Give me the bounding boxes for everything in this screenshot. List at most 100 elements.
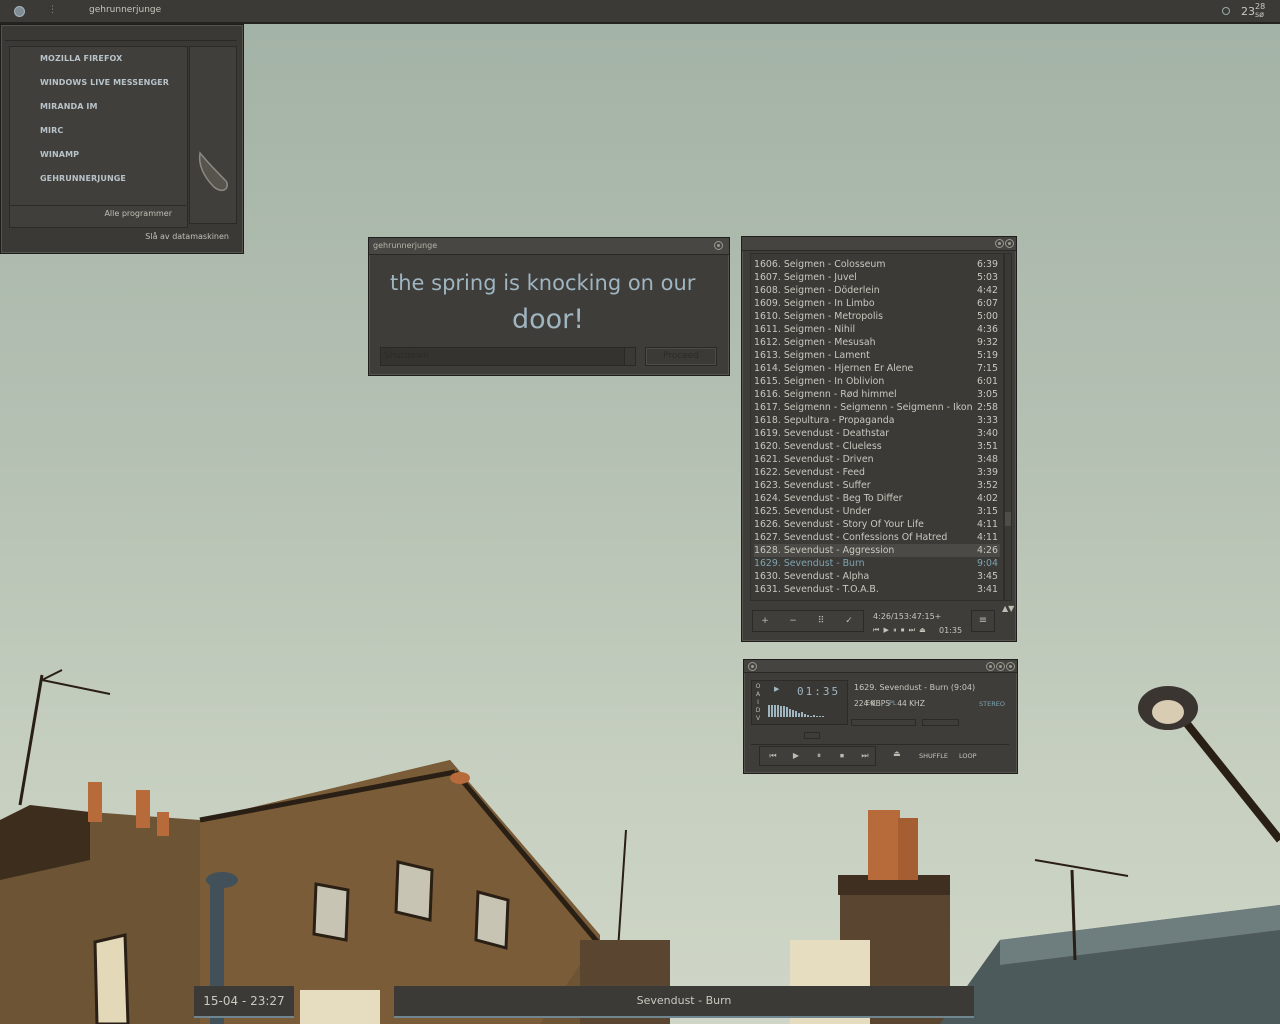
playlist-row[interactable]: 1606. Seigmen - Colosseum 6:39 xyxy=(754,258,1000,271)
playlist-row[interactable]: 1615. Seigmen - In Oblivion 6:01 xyxy=(754,375,1000,388)
eq-toggle[interactable]: EQ xyxy=(866,699,875,707)
playlist-total-time: 4:26/153:47:15+ xyxy=(873,612,942,621)
spectrum-bar xyxy=(819,716,821,717)
playlist-row[interactable]: 1617. Seigmenn - Seigmenn - Seigmenn - I… xyxy=(754,401,1000,414)
elapsed-time[interactable]: 01:35 xyxy=(797,685,840,698)
khz-label: 44 KHZ xyxy=(897,699,925,708)
clutter-o[interactable]: O xyxy=(755,683,761,691)
spectrum-bar xyxy=(774,705,776,717)
play-button[interactable]: ▶ xyxy=(785,749,807,763)
playlist-row[interactable]: 1614. Seigmen - Hjernen Er Alene 7:15 xyxy=(754,362,1000,375)
track-duration: 5:00 xyxy=(976,311,998,322)
shutdown-link[interactable]: Slå av datamaskinen xyxy=(145,232,229,241)
playlist-misc-button[interactable]: ✓ xyxy=(839,614,859,628)
player-minimize-icon[interactable] xyxy=(986,662,995,671)
playlist-list[interactable]: 1606. Seigmen - Colosseum 6:39 1607. Seigm… xyxy=(750,253,1004,601)
playlist-row[interactable]: 1626. Sevendust - Story Of Your Life 4:11 xyxy=(754,518,1000,531)
track-title: 1631. Sevendust - T.O.A.B. xyxy=(754,584,879,595)
player-close-icon[interactable] xyxy=(1006,662,1015,671)
playlist-row[interactable]: 1619. Sevendust - Deathstar 3:40 xyxy=(754,427,1000,440)
clutter-d[interactable]: D xyxy=(755,707,761,715)
playlist-row[interactable]: 1630. Sevendust - Alpha 3:45 xyxy=(754,570,1000,583)
seek-slider-handle[interactable] xyxy=(804,732,820,739)
playlist-remove-button[interactable]: − xyxy=(783,614,803,628)
loop-toggle[interactable]: LOOP xyxy=(959,752,977,760)
playlist-mini-time: 01:35 xyxy=(939,626,963,635)
top-taskbar: ⋮ gehrunnerjunge 23 28 sø xyxy=(0,0,1280,24)
playlist-row[interactable]: 1629. Sevendust - Burn 9:04 xyxy=(754,557,1000,570)
next-button[interactable]: ⏭ xyxy=(854,749,876,763)
start-orb-icon[interactable] xyxy=(14,6,25,17)
track-title: 1630. Sevendust - Alpha xyxy=(754,571,870,582)
start-item-gehrunnerjunge[interactable]: GEHRUNNERJUNGE xyxy=(40,174,126,183)
track-title: 1607. Seigmen - Juvel xyxy=(754,272,857,283)
volume-icon[interactable] xyxy=(1222,7,1230,15)
playlist-row[interactable]: 1613. Seigmen - Lament 5:19 xyxy=(754,349,1000,362)
playlist-row[interactable]: 1623. Sevendust - Suffer 3:52 xyxy=(754,479,1000,492)
spectrum-bar xyxy=(792,710,794,717)
playlist-menu-button[interactable]: ≡ xyxy=(971,610,995,632)
track-title: 1613. Seigmen - Lament xyxy=(754,350,870,361)
seek-bar[interactable] xyxy=(751,744,1009,745)
track-duration: 4:11 xyxy=(976,532,998,543)
stop-button[interactable]: ⏹ xyxy=(831,749,853,763)
track-duration: 3:15 xyxy=(976,506,998,517)
track-title: 1606. Seigmen - Colosseum xyxy=(754,259,886,270)
start-item-miranda[interactable]: MIRANDA IM xyxy=(40,102,98,111)
start-menu-divider xyxy=(5,40,237,41)
playlist-row[interactable]: 1622. Sevendust - Feed 3:39 xyxy=(754,466,1000,479)
playlist-minimize-icon[interactable] xyxy=(995,239,1004,248)
clutter-v[interactable]: V xyxy=(755,715,761,723)
playlist-rows: 1606. Seigmen - Colosseum 6:39 1607. Seigm… xyxy=(754,258,1000,596)
playlist-select-button[interactable]: ⠿ xyxy=(811,614,831,628)
all-programs-link[interactable]: Alle programmer xyxy=(9,205,186,222)
start-menu-user-panel xyxy=(189,46,237,224)
playlist-scroll-arrows-icon[interactable]: ▲▼ xyxy=(1002,605,1014,613)
playlist-row[interactable]: 1627. Sevendust - Confessions Of Hatred 4… xyxy=(754,531,1000,544)
playlist-row[interactable]: 1611. Seigmen - Nihil 4:36 xyxy=(754,323,1000,336)
player-shade-icon[interactable] xyxy=(996,662,1005,671)
track-duration: 6:39 xyxy=(976,259,998,270)
pl-toggle[interactable]: PL xyxy=(889,699,897,707)
username-label[interactable]: gehrunnerjunge xyxy=(89,5,161,15)
clutter-i[interactable]: I xyxy=(755,699,761,707)
playlist-row[interactable]: 1616. Seigmenn - Rød himmel 3:05 xyxy=(754,388,1000,401)
playlist-row[interactable]: 1620. Sevendust - Clueless 3:51 xyxy=(754,440,1000,453)
playlist-row[interactable]: 1628. Sevendust - Aggression 4:26 xyxy=(754,544,1000,557)
playlist-row[interactable]: 1607. Seigmen - Juvel 5:03 xyxy=(754,271,1000,284)
start-item-mirc[interactable]: MIRC xyxy=(40,126,63,135)
start-item-messenger[interactable]: WINDOWS LIVE MESSENGER xyxy=(40,78,169,87)
dialog-close-icon[interactable] xyxy=(714,241,723,250)
balance-slider[interactable] xyxy=(922,719,959,726)
playlist-scrollbar[interactable] xyxy=(1004,253,1012,601)
playlist-row[interactable]: 1625. Sevendust - Under 3:15 xyxy=(754,505,1000,518)
start-item-firefox[interactable]: MOZILLA FIREFOX xyxy=(40,54,122,63)
playlist-row[interactable]: 1624. Sevendust - Beg To Differ 4:02 xyxy=(754,492,1000,505)
volume-slider[interactable] xyxy=(851,719,916,726)
select-arrow-icon[interactable] xyxy=(624,348,635,365)
spectrum-bar xyxy=(810,716,812,717)
playlist-row[interactable]: 1618. Sepultura - Propaganda 3:33 xyxy=(754,414,1000,427)
shutdown-action-select[interactable]: Shutdown xyxy=(380,347,636,366)
previous-button[interactable]: ⏮ xyxy=(762,749,784,763)
visualizer-panel[interactable]: O A I D V ▶ 01:35 xyxy=(751,680,848,725)
playlist-row[interactable]: 1621. Sevendust - Driven 3:48 xyxy=(754,453,1000,466)
player-menu-icon[interactable] xyxy=(748,662,757,671)
eject-button[interactable]: ⏏ xyxy=(893,749,901,758)
playlist-mini-controls[interactable]: ⏮ ▶ ⏸ ⏹ ⏭ ⏏ xyxy=(873,626,927,635)
playlist-row[interactable]: 1631. Sevendust - T.O.A.B. 3:41 xyxy=(754,583,1000,596)
playlist-row[interactable]: 1612. Seigmen - Mesusah 9:32 xyxy=(754,336,1000,349)
playlist-row[interactable]: 1610. Seigmen - Metropolis 5:00 xyxy=(754,310,1000,323)
playlist-close-icon[interactable] xyxy=(1005,239,1014,248)
playlist-row[interactable]: 1608. Seigmen - Döderlein 4:42 xyxy=(754,284,1000,297)
start-item-winamp[interactable]: WINAMP xyxy=(40,150,79,159)
spectrum-bar xyxy=(801,712,803,717)
clutter-a[interactable]: A xyxy=(755,691,761,699)
shuffle-toggle[interactable]: SHUFFLE xyxy=(919,752,948,760)
scrollbar-thumb[interactable] xyxy=(1005,512,1011,526)
playlist-add-button[interactable]: + xyxy=(755,614,775,628)
clock-minute: 28 sø xyxy=(1255,3,1265,19)
playlist-row[interactable]: 1609. Seigmen - In Limbo 6:07 xyxy=(754,297,1000,310)
proceed-button[interactable]: Proceed xyxy=(645,347,717,366)
pause-button[interactable]: ⏸ xyxy=(808,749,830,763)
